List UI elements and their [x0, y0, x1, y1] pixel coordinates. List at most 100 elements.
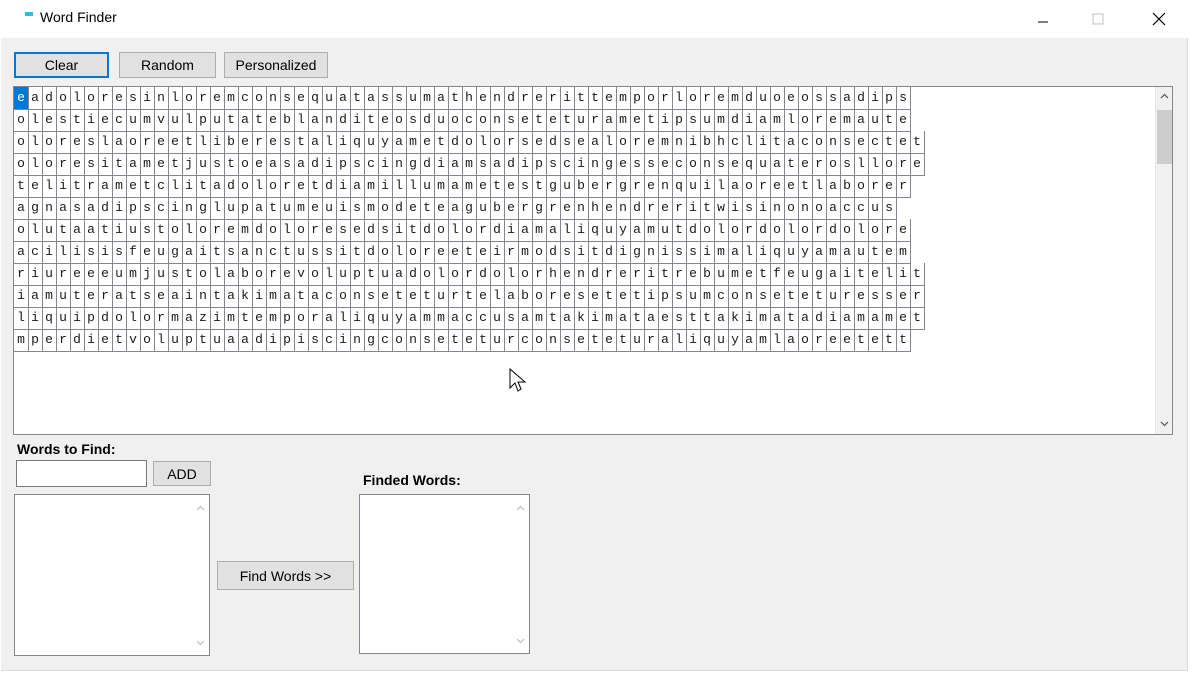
grid-letter-cell[interactable]: q	[364, 307, 379, 330]
grid-letter-cell[interactable]: r	[532, 263, 547, 286]
grid-letter-cell[interactable]: n	[616, 197, 631, 220]
grid-letter-cell[interactable]: o	[700, 219, 715, 242]
grid-letter-cell[interactable]: m	[462, 153, 477, 176]
grid-letter-cell[interactable]: t	[784, 285, 799, 308]
grid-letter-cell[interactable]: m	[420, 87, 435, 110]
grid-letter-cell[interactable]: s	[84, 241, 99, 264]
grid-letter-cell[interactable]: m	[238, 219, 253, 242]
grid-letter-cell[interactable]: t	[630, 307, 645, 330]
close-button[interactable]	[1136, 0, 1182, 38]
grid-letter-cell[interactable]: m	[126, 263, 141, 286]
grid-letter-cell[interactable]: i	[756, 241, 771, 264]
grid-letter-cell[interactable]: d	[546, 241, 561, 264]
grid-letter-cell[interactable]: a	[392, 263, 407, 286]
grid-letter-cell[interactable]: i	[42, 241, 57, 264]
grid-letter-cell[interactable]: r	[896, 175, 911, 198]
grid-letter-cell[interactable]: o	[140, 307, 155, 330]
grid-letter-cell[interactable]: n	[742, 285, 757, 308]
grid-letter-cell[interactable]: w	[714, 197, 729, 220]
grid-letter-cell[interactable]: p	[28, 329, 43, 352]
grid-letter-cell[interactable]: j	[140, 263, 155, 286]
grid-letter-cell[interactable]: e	[602, 197, 617, 220]
grid-letter-cell[interactable]: t	[98, 219, 113, 242]
grid-letter-cell[interactable]: e	[574, 329, 589, 352]
grid-letter-cell[interactable]: a	[728, 241, 743, 264]
grid-letter-cell[interactable]: a	[490, 153, 505, 176]
grid-letter-cell[interactable]: r	[644, 329, 659, 352]
grid-letter-cell[interactable]: n	[826, 131, 841, 154]
grid-letter-cell[interactable]: s	[518, 131, 533, 154]
grid-letter-cell[interactable]: t	[588, 241, 603, 264]
grid-letter-cell[interactable]: d	[630, 197, 645, 220]
grid-letter-cell[interactable]: z	[196, 307, 211, 330]
grid-letter-cell[interactable]: t	[910, 131, 925, 154]
grid-letter-cell[interactable]: r	[812, 329, 827, 352]
grid-letter-cell[interactable]: o	[14, 153, 29, 176]
grid-letter-cell[interactable]: i	[196, 241, 211, 264]
grid-letter-cell[interactable]: o	[168, 219, 183, 242]
grid-letter-cell[interactable]: a	[294, 153, 309, 176]
words-to-find-list[interactable]	[14, 494, 210, 656]
grid-letter-cell[interactable]: o	[42, 153, 57, 176]
grid-letter-cell[interactable]: d	[364, 241, 379, 264]
grid-letter-cell[interactable]: d	[364, 219, 379, 242]
grid-letter-cell[interactable]: d	[224, 175, 239, 198]
grid-letter-cell[interactable]: m	[420, 307, 435, 330]
grid-letter-cell[interactable]: s	[364, 285, 379, 308]
grid-letter-cell[interactable]: r	[742, 219, 757, 242]
grid-letter-cell[interactable]: i	[98, 153, 113, 176]
grid-letter-cell[interactable]: s	[280, 131, 295, 154]
grid-letter-cell[interactable]: l	[392, 241, 407, 264]
grid-letter-cell[interactable]: m	[700, 285, 715, 308]
grid-letter-cell[interactable]: a	[630, 219, 645, 242]
grid-letter-cell[interactable]: d	[420, 153, 435, 176]
found-list-scrollbar[interactable]	[512, 495, 529, 653]
grid-letter-cell[interactable]: r	[546, 285, 561, 308]
grid-letter-cell[interactable]: e	[532, 131, 547, 154]
grid-letter-cell[interactable]: m	[658, 131, 673, 154]
grid-letter-cell[interactable]: a	[224, 285, 239, 308]
grid-letter-cell[interactable]: e	[896, 307, 911, 330]
grid-letter-cell[interactable]: s	[224, 241, 239, 264]
grid-letter-cell[interactable]: s	[392, 87, 407, 110]
grid-letter-cell[interactable]: a	[14, 197, 29, 220]
grid-letter-cell[interactable]: m	[532, 219, 547, 242]
grid-letter-cell[interactable]: o	[182, 87, 197, 110]
grid-letter-cell[interactable]: i	[336, 329, 351, 352]
grid-letter-cell[interactable]: u	[686, 175, 701, 198]
grid-letter-cell[interactable]: q	[700, 329, 715, 352]
grid-letter-cell[interactable]: t	[168, 153, 183, 176]
grid-letter-cell[interactable]: o	[392, 329, 407, 352]
grid-letter-cell[interactable]: a	[840, 307, 855, 330]
grid-letter-cell[interactable]: a	[308, 285, 323, 308]
grid-letter-cell[interactable]: r	[812, 109, 827, 132]
grid-letter-cell[interactable]: o	[448, 263, 463, 286]
grid-letter-cell[interactable]: g	[168, 241, 183, 264]
grid-letter-cell[interactable]: s	[280, 153, 295, 176]
grid-letter-cell[interactable]: e	[560, 263, 575, 286]
grid-letter-cell[interactable]: u	[168, 109, 183, 132]
grid-letter-cell[interactable]: e	[42, 329, 57, 352]
grid-letter-cell[interactable]: t	[434, 131, 449, 154]
grid-letter-cell[interactable]: m	[644, 219, 659, 242]
grid-letter-cell[interactable]: l	[14, 307, 29, 330]
grid-letter-cell[interactable]: e	[476, 285, 491, 308]
grid-letter-cell[interactable]: c	[854, 197, 869, 220]
found-list-scroll-up[interactable]	[512, 499, 529, 516]
grid-letter-cell[interactable]: u	[560, 175, 575, 198]
grid-letter-cell[interactable]: l	[28, 131, 43, 154]
grid-letter-cell[interactable]: o	[392, 109, 407, 132]
grid-letter-cell[interactable]: e	[238, 131, 253, 154]
grid-letter-cell[interactable]: u	[336, 263, 351, 286]
grid-letter-cell[interactable]: p	[196, 109, 211, 132]
grid-letter-cell[interactable]: d	[602, 241, 617, 264]
grid-letter-cell[interactable]: e	[560, 197, 575, 220]
grid-letter-cell[interactable]: e	[728, 153, 743, 176]
grid-letter-cell[interactable]: p	[126, 197, 141, 220]
grid-letter-cell[interactable]: t	[644, 109, 659, 132]
grid-letter-cell[interactable]: t	[462, 285, 477, 308]
grid-letter-cell[interactable]: e	[28, 175, 43, 198]
grid-letter-cell[interactable]: l	[812, 175, 827, 198]
grid-letter-cell[interactable]: d	[420, 109, 435, 132]
grid-letter-cell[interactable]: e	[462, 329, 477, 352]
